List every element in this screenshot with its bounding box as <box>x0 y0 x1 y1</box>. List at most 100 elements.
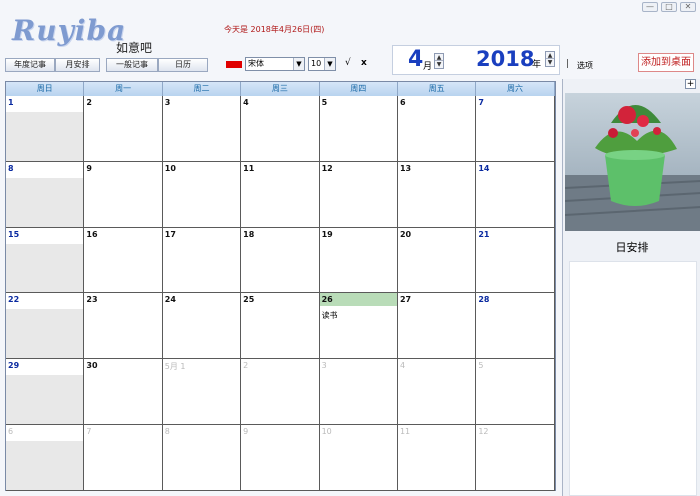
calendar-day-cell[interactable]: 1 <box>6 96 85 162</box>
calendar-day-cell[interactable]: 5月 1 <box>162 359 242 425</box>
annual-notes-button[interactable]: 年度记事 <box>5 58 55 72</box>
sunday-shade <box>6 112 84 161</box>
calendar-day-cell[interactable]: 11 <box>397 424 477 491</box>
day-number: 15 <box>8 229 20 239</box>
day-number: 12 <box>478 426 489 436</box>
calendar-day-cell[interactable]: 8 <box>162 424 242 491</box>
day-schedule-area[interactable] <box>569 261 697 496</box>
spin-down-icon[interactable]: ▼ <box>546 59 554 66</box>
weekday-header-cell: 周六 <box>476 82 555 96</box>
year-value: 2018 <box>476 47 535 71</box>
day-number: 21 <box>478 229 490 239</box>
monthly-plan-button[interactable]: 月安排 <box>55 58 100 72</box>
weekday-header-cell: 周三 <box>241 82 320 96</box>
calendar-day-cell[interactable]: 6 <box>397 96 477 162</box>
calendar-day-cell[interactable]: 23 <box>84 293 163 360</box>
day-number: 25 <box>243 295 255 305</box>
calendar-day-cell[interactable]: 9 <box>84 161 163 228</box>
calendar-day-cell[interactable]: 26 读书 <box>319 293 398 360</box>
calendar-day-cell[interactable]: 15 <box>6 227 85 294</box>
font-size-select[interactable]: 10 ▼ <box>308 57 336 71</box>
day-number: 10 <box>164 163 176 173</box>
month-calendar: 周日 周一 周二 周三 周四 周五 周六 1 2 3 4 5 6 7 8 9 10 11 12 13 14 15 16 17… <box>5 81 556 491</box>
calendar-day-cell[interactable]: 5 <box>476 359 555 425</box>
calendar-day-cell[interactable]: 24 <box>162 293 242 360</box>
day-number: 4 <box>243 98 249 107</box>
calendar-day-cell[interactable]: 12 <box>476 424 555 491</box>
cancel-x-button[interactable]: x <box>361 58 367 68</box>
calendar-day-cell[interactable]: 12 <box>319 161 398 228</box>
month-value: 4 <box>408 47 424 72</box>
day-number: 27 <box>399 295 412 305</box>
day-number: 13 <box>399 163 412 173</box>
calendar-day-cell[interactable]: 9 <box>241 424 320 491</box>
calendar-day-cell[interactable]: 20 <box>397 227 477 294</box>
calendar-day-cell[interactable]: 30 <box>84 359 163 425</box>
chevron-down-icon: ▼ <box>293 58 304 70</box>
font-name-select[interactable]: 宋体 ▼ <box>245 57 305 71</box>
calendar-day-cell[interactable]: 14 <box>476 161 555 228</box>
month-spinner[interactable]: ▲ ▼ <box>434 53 444 69</box>
calendar-day-cell[interactable]: 18 <box>241 227 320 294</box>
calendar-day-cell[interactable]: 16 <box>84 227 163 294</box>
day-number: 28 <box>478 295 490 305</box>
calendar-day-cell[interactable]: 4 <box>241 96 320 162</box>
general-notes-button[interactable]: 一般记事 <box>106 58 158 72</box>
calendar-day-cell[interactable]: 5 <box>319 96 398 162</box>
spin-up-icon[interactable]: ▲ <box>435 54 443 61</box>
day-number: 14 <box>478 163 490 173</box>
day-number: 29 <box>8 361 20 371</box>
calendar-day-cell[interactable]: 3 <box>319 359 398 425</box>
flower-pot-image <box>565 93 700 231</box>
day-number: 6 <box>399 98 406 107</box>
calendar-day-cell[interactable]: 17 <box>162 227 242 294</box>
calendar-button[interactable]: 日历 <box>158 58 208 72</box>
sunday-shade <box>6 177 84 227</box>
spin-down-icon[interactable]: ▼ <box>435 61 443 68</box>
day-number: 22 <box>8 295 20 305</box>
calendar-day-cell[interactable]: 22 <box>6 293 85 360</box>
calendar-day-cell[interactable]: 4 <box>397 359 477 425</box>
spin-up-icon[interactable]: ▲ <box>546 52 554 59</box>
add-icon[interactable]: + <box>685 79 696 89</box>
weekday-header-cell: 周四 <box>319 82 398 96</box>
calendar-day-cell[interactable]: 27 <box>397 293 477 360</box>
calendar-day-cell[interactable]: 8 <box>6 161 85 228</box>
day-number: 5 <box>478 361 484 371</box>
day-note[interactable]: 读书 <box>322 310 338 321</box>
year-spinner[interactable]: ▲ ▼ <box>545 51 555 67</box>
day-number: 20 <box>399 229 412 239</box>
day-number: 30 <box>86 361 98 371</box>
day-number: 7 <box>86 426 92 436</box>
calendar-day-cell[interactable]: 25 <box>241 293 320 360</box>
calendar-day-cell[interactable]: 2 <box>241 359 320 425</box>
day-number: 23 <box>86 295 98 305</box>
calendar-day-cell[interactable]: 21 <box>476 227 555 294</box>
day-number: 19 <box>321 229 333 239</box>
text-color-swatch[interactable] <box>226 61 242 68</box>
weekday-header: 周日 周一 周二 周三 周四 周五 周六 <box>6 82 555 96</box>
calendar-day-cell[interactable]: 13 <box>397 161 477 228</box>
add-to-desktop-button[interactable]: 添加到桌面 <box>638 53 694 72</box>
day-number: 24 <box>164 295 176 305</box>
options-link[interactable]: 选项 <box>577 60 593 71</box>
maximize-button[interactable]: □ <box>661 2 677 12</box>
minimize-button[interactable]: — <box>642 2 658 12</box>
weekday-header-cell: 周日 <box>6 82 85 96</box>
calendar-day-cell[interactable]: 10 <box>162 161 242 228</box>
calendar-day-cell[interactable]: 29 <box>6 359 85 425</box>
day-number: 4 <box>399 361 406 371</box>
calendar-day-cell[interactable]: 10 <box>319 424 398 491</box>
calendar-day-cell[interactable]: 28 <box>476 293 555 360</box>
confirm-check-button[interactable]: √ <box>345 58 351 68</box>
calendar-day-cell[interactable]: 2 <box>84 96 163 162</box>
calendar-day-cell[interactable]: 7 <box>84 424 163 491</box>
day-number: 3 <box>321 361 327 371</box>
calendar-day-cell[interactable]: 11 <box>241 161 320 228</box>
close-button[interactable]: ✕ <box>680 2 696 12</box>
font-name-value: 宋体 <box>248 59 264 68</box>
calendar-day-cell[interactable]: 19 <box>319 227 398 294</box>
calendar-day-cell[interactable]: 6 <box>6 424 85 491</box>
calendar-day-cell[interactable]: 7 <box>476 96 555 162</box>
calendar-day-cell[interactable]: 3 <box>162 96 242 162</box>
